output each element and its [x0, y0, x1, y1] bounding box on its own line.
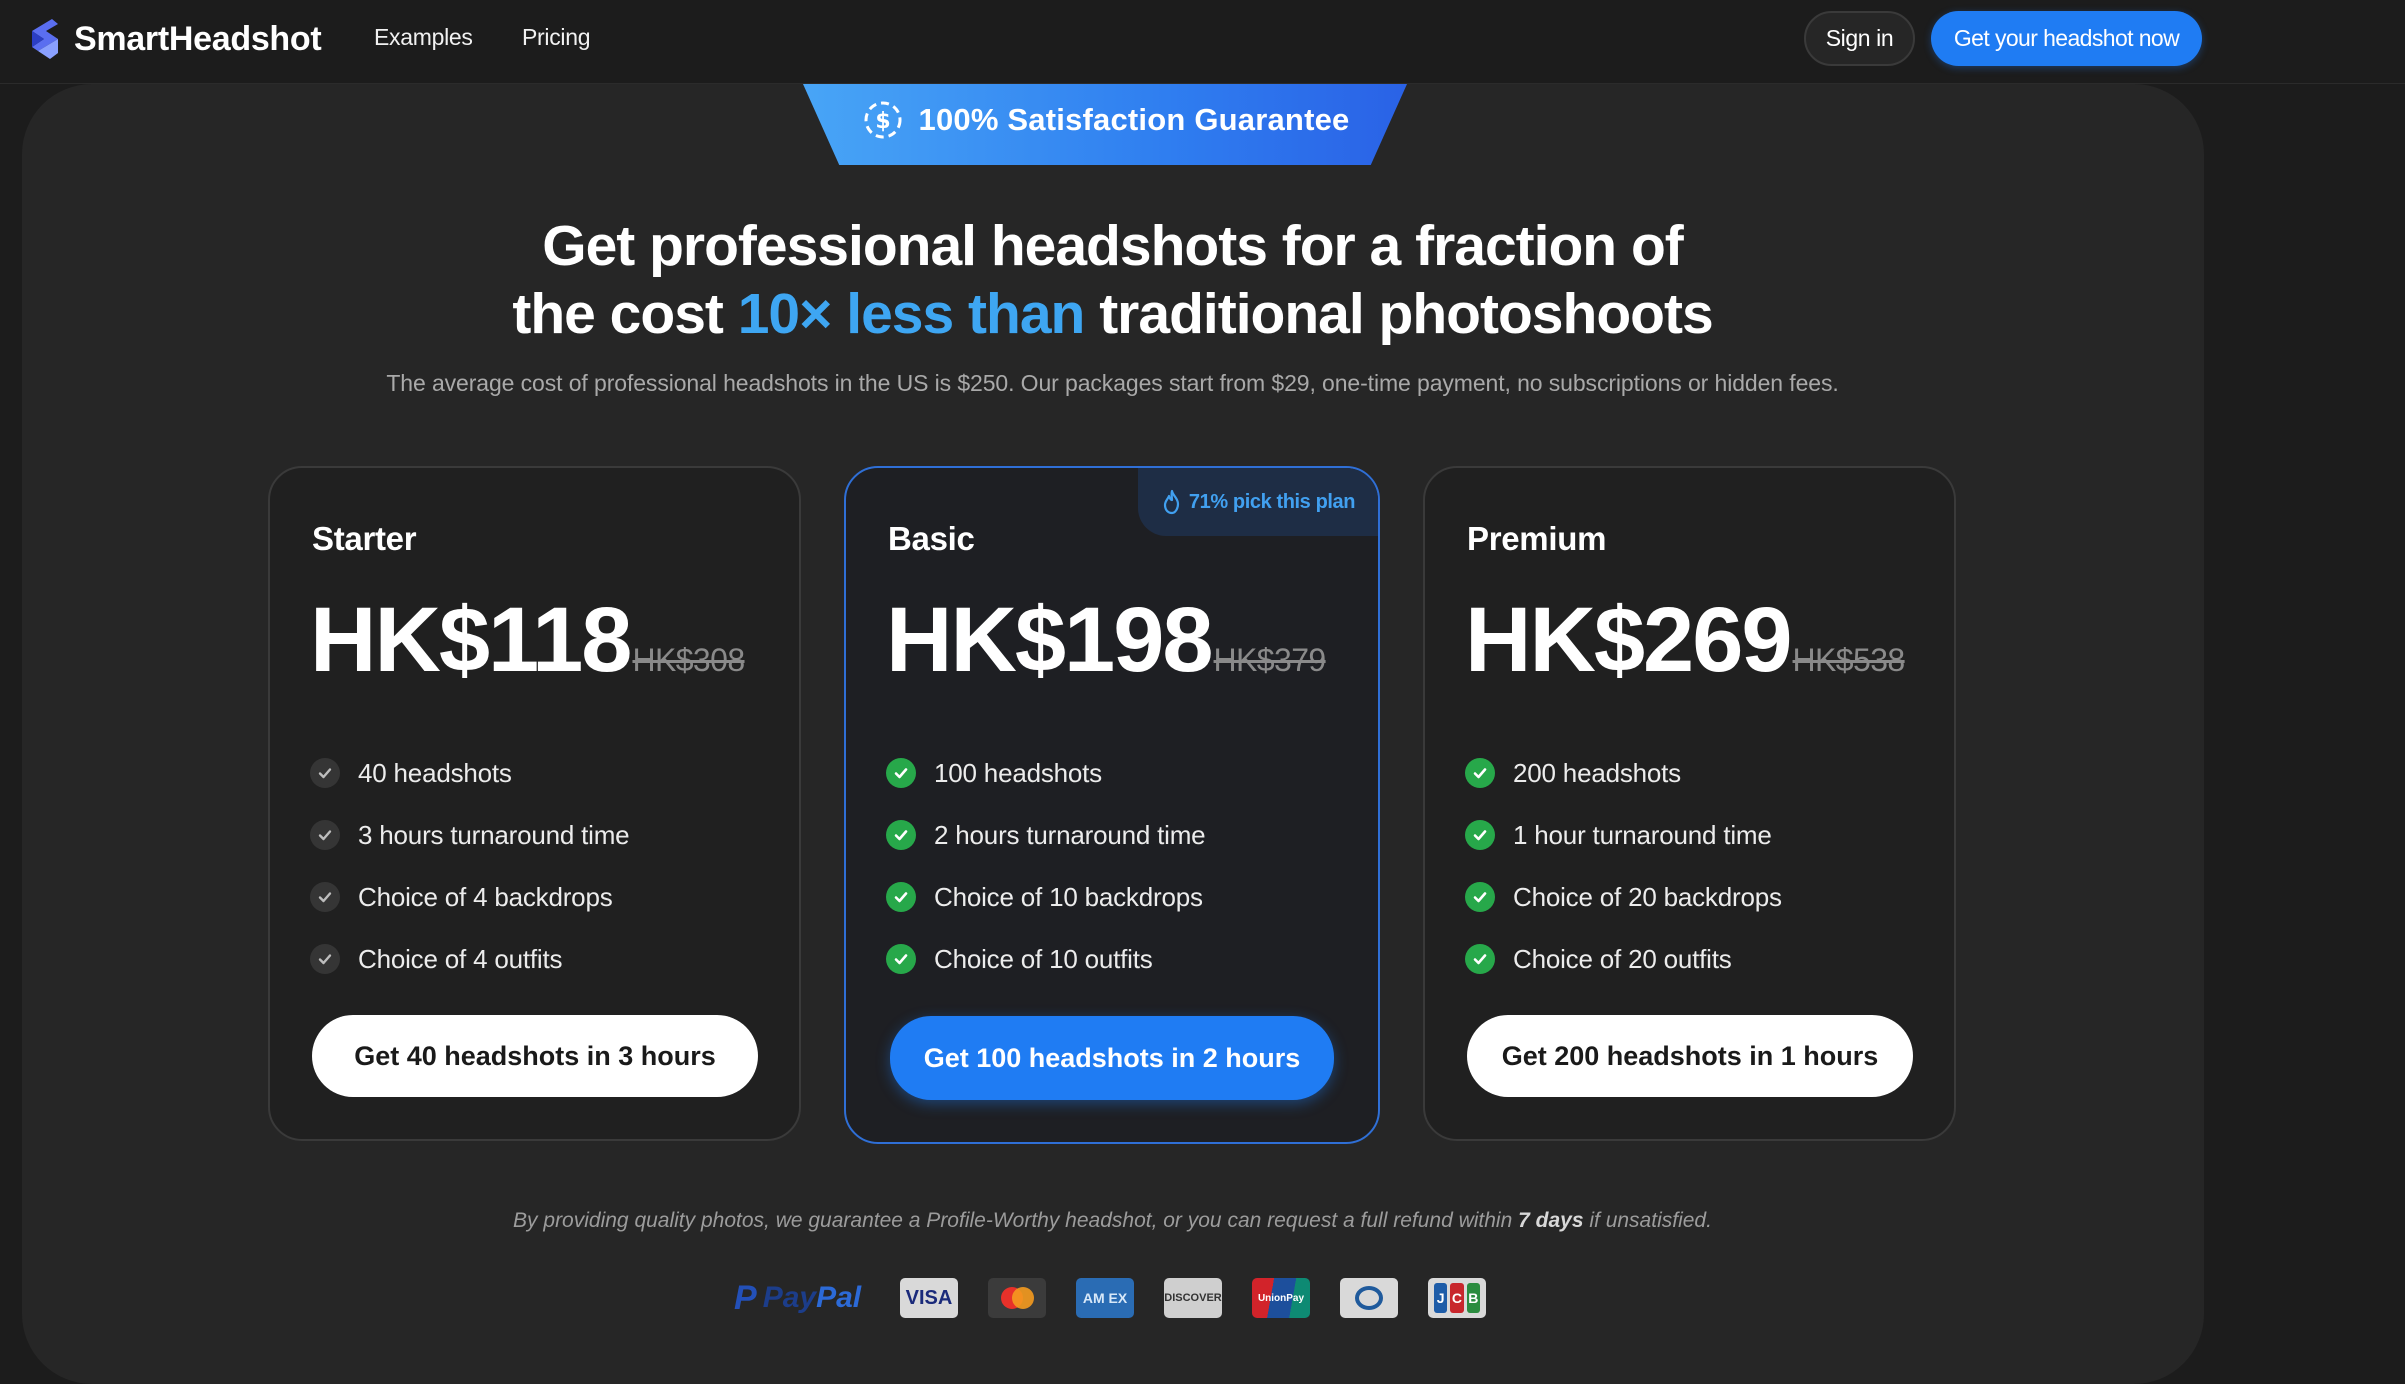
check-icon [1465, 758, 1495, 788]
get-headshot-button[interactable]: Get your headshot now [1931, 11, 2202, 66]
price-row: HK$198 HK$379 [886, 594, 1326, 686]
feature-item: 40 headshots [310, 742, 629, 804]
headline-accent: 10× less than [737, 282, 1086, 346]
svg-text:$: $ [875, 109, 890, 134]
feature-label: 3 hours turnaround time [358, 819, 630, 850]
flame-icon [1163, 489, 1179, 515]
feature-item: Choice of 20 outfits [1465, 928, 1782, 990]
jcb-letter-b: B [1466, 1283, 1480, 1313]
feature-item: 2 hours turnaround time [886, 804, 1206, 866]
refund-note-end: if unsatisfied. [1589, 1209, 1712, 1232]
guarantee-text: 100% Satisfaction Guarantee [918, 101, 1350, 137]
popular-plan-badge: 71% pick this plan [1138, 468, 1378, 536]
pricing-subtitle: The average cost of professional headsho… [386, 370, 1839, 396]
price-row: HK$269 HK$538 [1465, 594, 1905, 686]
feature-label: Choice of 10 backdrops [934, 881, 1203, 912]
jcb-letter-c: C [1450, 1283, 1464, 1313]
check-icon [1465, 882, 1495, 912]
feature-label: 2 hours turnaround time [934, 819, 1206, 850]
unionpay-icon: UnionPay [1252, 1278, 1310, 1318]
feature-label: Choice of 20 outfits [1513, 943, 1732, 974]
feature-label: 1 hour turnaround time [1513, 819, 1772, 850]
feature-item: Choice of 10 outfits [886, 928, 1205, 990]
payment-methods: P Pay Pal VISA AM EX DISCOVER UnionPay J C… [734, 1276, 1516, 1320]
premium-plan-button[interactable]: Get 200 headshots in 1 hours [1467, 1015, 1913, 1097]
check-icon [886, 882, 916, 912]
starter-plan-button[interactable]: Get 40 headshots in 3 hours [312, 1015, 758, 1097]
paypal-pay-text: Pay [762, 1281, 817, 1314]
plan-card-starter: Starter HK$118 HK$308 40 headshots 3 hou… [268, 466, 801, 1141]
paypal-icon: P Pay Pal [734, 1278, 862, 1317]
plan-name: Starter [312, 520, 417, 557]
feature-label: 200 headshots [1513, 757, 1681, 788]
satisfaction-guarantee-badge: $ 100% Satisfaction Guarantee [803, 84, 1407, 165]
top-navbar: SmartHeadshot Examples Pricing Sign in G… [0, 0, 2405, 84]
feature-item: Choice of 10 backdrops [886, 866, 1205, 928]
plan-price: HK$269 [1465, 589, 1793, 691]
plan-original-price: HK$538 [1792, 642, 1906, 678]
refund-note: By providing quality photos, we guarante… [300, 1209, 1925, 1233]
check-icon [310, 820, 340, 850]
plan-price: HK$198 [886, 589, 1214, 691]
visa-icon: VISA [900, 1278, 958, 1318]
headline-line-1: Get professional headshots for a fractio… [542, 214, 1684, 278]
brand-name: SmartHeadshot [74, 19, 322, 58]
feature-item: Choice of 4 outfits [310, 928, 629, 990]
plan-price: HK$118 [310, 589, 632, 691]
plan-original-price: HK$379 [1213, 642, 1327, 678]
plan-name: Premium [1467, 520, 1607, 557]
check-icon [1465, 820, 1495, 850]
popular-badge-text: 71% pick this plan [1188, 490, 1356, 513]
money-back-icon: $ [864, 101, 902, 138]
feature-item: 1 hour turnaround time [1465, 804, 1782, 866]
feature-label: 40 headshots [358, 757, 512, 788]
smartheadshot-logo-icon [32, 19, 58, 59]
feature-list: 200 headshots 1 hour turnaround time Cho… [1465, 742, 1782, 990]
feature-item: 3 hours turnaround time [310, 804, 630, 866]
headline-line-2-start: the cost [512, 282, 724, 346]
plan-card-premium: Premium HK$269 HK$538 200 headshots 1 ho… [1423, 466, 1956, 1141]
brand-logo[interactable]: SmartHeadshot [22, 14, 322, 64]
refund-note-text: By providing quality photos, we guarante… [513, 1209, 1513, 1232]
feature-label: Choice of 10 outfits [934, 943, 1153, 974]
plan-card-basic: 71% pick this plan Basic HK$198 HK$379 1… [844, 466, 1380, 1144]
jcb-letter-j: J [1434, 1283, 1448, 1313]
diners-club-icon [1340, 1278, 1398, 1318]
check-icon [310, 944, 340, 974]
check-icon [1465, 944, 1495, 974]
feature-item: 200 headshots [1465, 742, 1782, 804]
price-row: HK$118 HK$308 [310, 594, 745, 686]
nav-link-examples[interactable]: Examples [374, 24, 473, 51]
paypal-pal-text: Pal [816, 1281, 862, 1314]
check-icon [310, 882, 340, 912]
refund-period: 7 days [1518, 1209, 1584, 1232]
plan-original-price: HK$308 [632, 642, 745, 678]
check-icon [886, 758, 916, 788]
page-headline: Get professional headshots for a fractio… [300, 212, 1925, 348]
check-icon [886, 944, 916, 974]
plan-name: Basic [888, 520, 975, 557]
check-icon [886, 820, 916, 850]
feature-item: Choice of 20 backdrops [1465, 866, 1782, 928]
feature-list: 40 headshots 3 hours turnaround time Cho… [310, 742, 630, 990]
feature-label: Choice of 4 outfits [358, 943, 563, 974]
jcb-icon: J C B [1428, 1278, 1486, 1318]
feature-label: Choice of 4 backdrops [358, 881, 613, 912]
feature-item: Choice of 4 backdrops [310, 866, 629, 928]
nav-link-pricing[interactable]: Pricing [522, 24, 591, 51]
feature-list: 100 headshots 2 hours turnaround time Ch… [886, 742, 1206, 990]
headline-line-2: the cost 10× less than traditional photo… [300, 280, 1925, 348]
mastercard-icon [988, 1278, 1046, 1318]
check-icon [310, 758, 340, 788]
discover-icon: DISCOVER [1164, 1278, 1222, 1318]
feature-label: Choice of 20 backdrops [1513, 881, 1782, 912]
feature-item: 100 headshots [886, 742, 1205, 804]
sign-in-button[interactable]: Sign in [1804, 11, 1915, 66]
feature-label: 100 headshots [934, 757, 1102, 788]
headline-line-2-end: traditional photoshoots [1099, 282, 1713, 346]
amex-icon: AM EX [1076, 1278, 1134, 1318]
basic-plan-button[interactable]: Get 100 headshots in 2 hours [890, 1016, 1334, 1100]
